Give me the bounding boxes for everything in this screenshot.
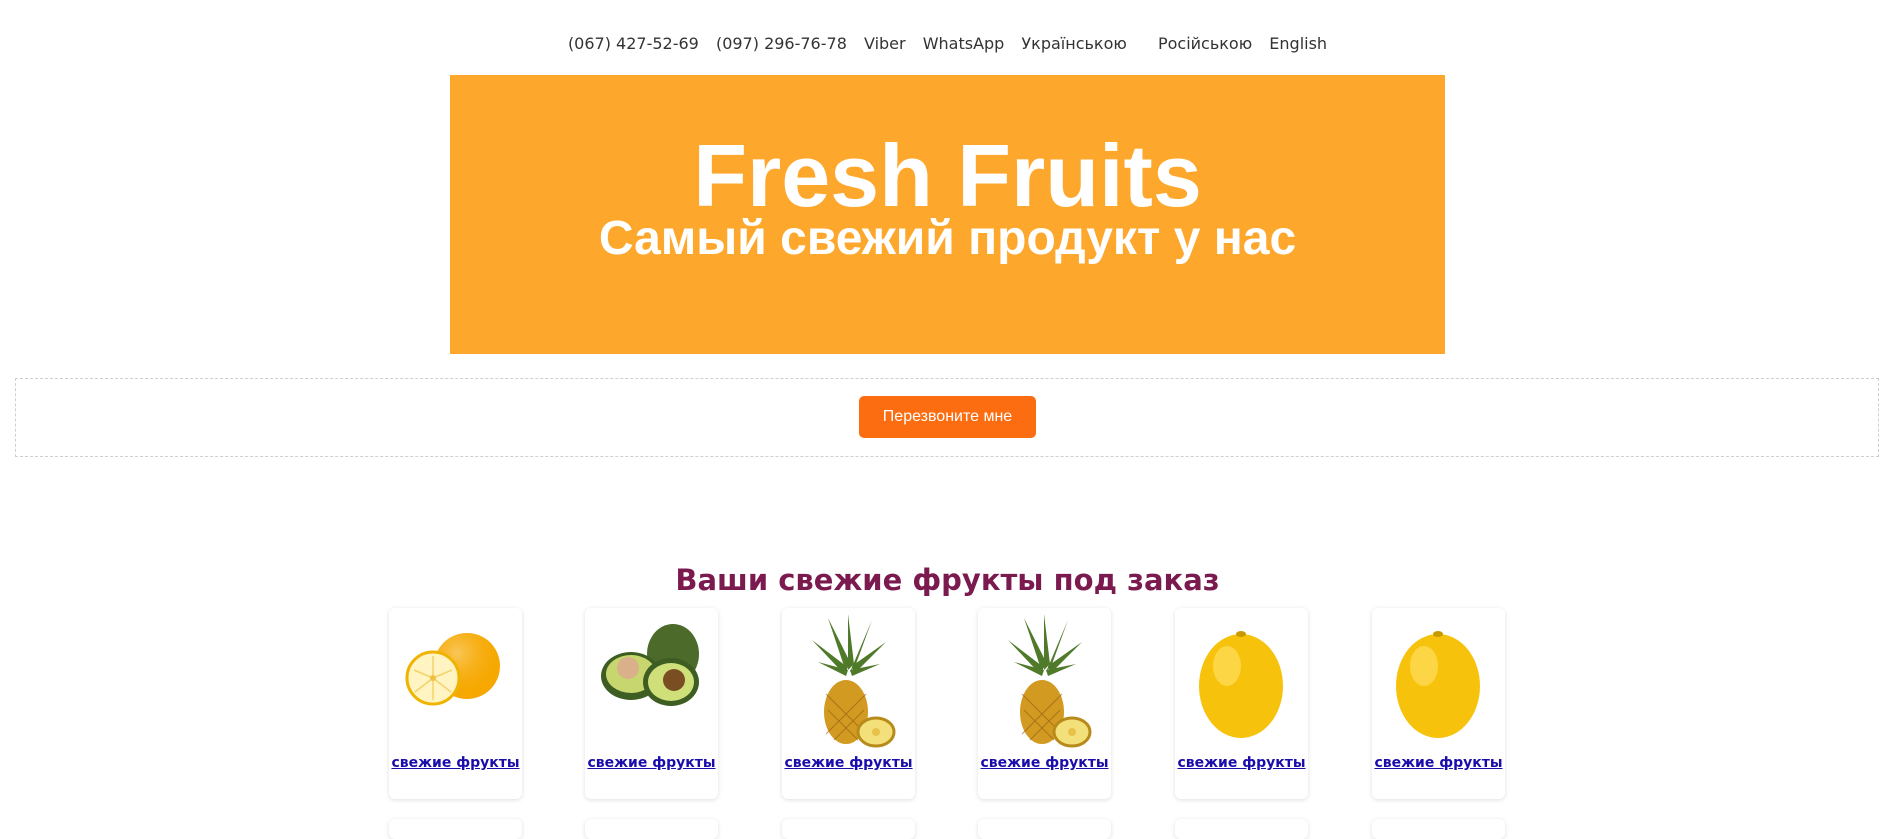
phone-link-2[interactable]: (097) 296-76-78 (716, 34, 847, 53)
lang-russian-link[interactable]: Російською (1158, 34, 1252, 53)
section-title: Ваши свежие фрукты под заказ (675, 563, 1220, 598)
product-card-next[interactable] (585, 819, 718, 839)
product-link[interactable]: свежие фрукты (389, 755, 522, 771)
banner-title: Fresh Fruits (693, 126, 1202, 225)
avocado-icon (601, 624, 699, 706)
product-card[interactable]: свежие фрукты (1175, 608, 1308, 799)
orange-icon (405, 633, 500, 706)
product-card[interactable]: свежие фрукты (389, 608, 522, 799)
lemon-icon (1199, 631, 1283, 738)
product-link[interactable]: свежие фрукты (1372, 755, 1505, 771)
whatsapp-link[interactable]: WhatsApp (923, 34, 1005, 53)
product-card-next[interactable] (978, 819, 1111, 839)
product-link[interactable]: свежие фрукты (585, 755, 718, 771)
product-card-next[interactable] (1175, 819, 1308, 839)
banner-subtitle: Самый свежий продукт у нас (598, 212, 1297, 265)
product-card[interactable]: свежие фрукты (978, 608, 1111, 799)
viber-link[interactable]: Viber (864, 34, 906, 53)
pineapple-icon (812, 614, 896, 748)
lang-english-link[interactable]: English (1269, 34, 1327, 53)
phone-link-1[interactable]: (067) 427-52-69 (568, 34, 699, 53)
pineapple-icon (1008, 614, 1092, 748)
product-grid: свежие фрукты свежие фрукты свежие фрукт… (389, 608, 1509, 801)
product-card[interactable]: свежие фрукты (1372, 608, 1505, 799)
product-card-next[interactable] (1372, 819, 1505, 839)
top-nav: (067) 427-52-69 (097) 296-76-78 Viber Wh… (0, 34, 1895, 53)
lang-ukrainian-link[interactable]: Українською (1021, 34, 1126, 53)
product-card[interactable]: свежие фрукты (585, 608, 718, 799)
product-link[interactable]: свежие фрукты (1175, 755, 1308, 771)
product-card-next[interactable] (782, 819, 915, 839)
product-link[interactable]: свежие фрукты (978, 755, 1111, 771)
product-card-next[interactable] (389, 819, 522, 839)
product-card[interactable]: свежие фрукты (782, 608, 915, 799)
product-link[interactable]: свежие фрукты (782, 755, 915, 771)
callback-button[interactable]: Перезвоните мне (859, 396, 1036, 438)
lemon-icon (1396, 631, 1480, 738)
